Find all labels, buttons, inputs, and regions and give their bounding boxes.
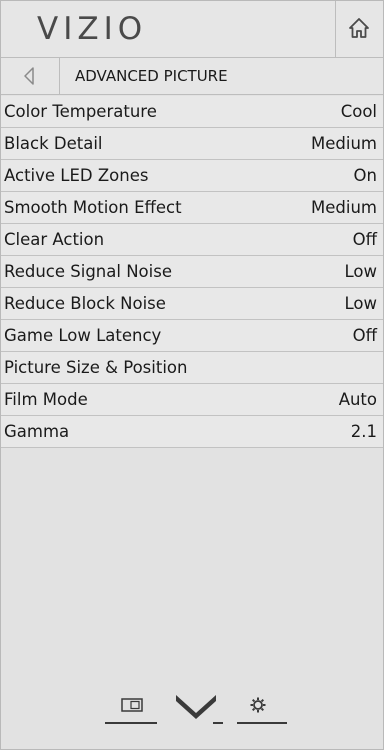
menu-item-label: Black Detail	[4, 134, 103, 153]
back-button[interactable]	[1, 58, 60, 94]
menu-item-value: On	[353, 166, 377, 185]
menu-item-game-low-latency[interactable]: Game Low Latency Off	[1, 320, 383, 352]
menu-item-picture-size-position[interactable]: Picture Size & Position	[1, 352, 383, 384]
menu-item-film-mode[interactable]: Film Mode Auto	[1, 384, 383, 416]
footer-underline-right	[237, 722, 287, 724]
vizio-menu-button[interactable]	[173, 691, 219, 723]
menu-item-black-detail[interactable]: Black Detail Medium	[1, 128, 383, 160]
input-icon	[121, 698, 143, 712]
menu-item-value: Auto	[338, 390, 377, 409]
menu-item-label: Reduce Block Noise	[4, 294, 166, 313]
menu-item-label: Reduce Signal Noise	[4, 262, 172, 281]
menu-item-reduce-block-noise[interactable]: Reduce Block Noise Low	[1, 288, 383, 320]
home-button[interactable]	[336, 1, 383, 58]
menu-item-value: Low	[344, 294, 378, 313]
menu-item-value: Cool	[340, 102, 377, 121]
header: VIZIO	[1, 1, 383, 58]
menu-item-value: Low	[344, 262, 378, 281]
menu-item-label: Active LED Zones	[4, 166, 149, 185]
menu-item-color-temperature[interactable]: Color Temperature Cool	[1, 96, 383, 128]
menu-item-gamma[interactable]: Gamma 2.1	[1, 416, 383, 448]
menu-item-clear-action[interactable]: Clear Action Off	[1, 224, 383, 256]
settings-icon	[250, 697, 266, 713]
sub-header: ADVANCED PICTURE	[1, 58, 383, 95]
menu-item-value: Off	[352, 326, 377, 345]
back-arrow-icon	[24, 67, 34, 85]
menu-item-label: Color Temperature	[4, 102, 157, 121]
menu-item-value: Medium	[311, 198, 377, 217]
menu-item-label: Film Mode	[4, 390, 88, 409]
footer-nav	[1, 691, 383, 749]
footer-underline-left	[105, 722, 157, 724]
menu-item-smooth-motion-effect[interactable]: Smooth Motion Effect Medium	[1, 192, 383, 224]
logo-cell: VIZIO	[1, 1, 336, 58]
menu-item-label: Picture Size & Position	[4, 358, 188, 377]
settings-button[interactable]	[235, 691, 281, 723]
vizio-v-icon	[176, 695, 216, 719]
home-icon	[349, 18, 369, 38]
menu-item-active-led-zones[interactable]: Active LED Zones On	[1, 160, 383, 192]
menu-item-label: Game Low Latency	[4, 326, 162, 345]
menu-item-value: Off	[352, 230, 377, 249]
menu-item-label: Smooth Motion Effect	[4, 198, 182, 217]
settings-list: Color Temperature Cool Black Detail Medi…	[1, 96, 383, 448]
footer-underline-center	[213, 722, 223, 724]
menu-item-reduce-signal-noise[interactable]: Reduce Signal Noise Low	[1, 256, 383, 288]
menu-item-value: Medium	[311, 134, 377, 153]
menu-item-label: Clear Action	[4, 230, 105, 249]
page-title: ADVANCED PICTURE	[75, 67, 228, 85]
tv-menu-panel: VIZIO ADVANCED PICTURE Color Temperature…	[0, 0, 384, 750]
vizio-logo: VIZIO	[37, 11, 148, 47]
menu-item-value: 2.1	[350, 422, 377, 441]
input-button[interactable]	[109, 691, 155, 723]
menu-item-label: Gamma	[4, 422, 70, 441]
